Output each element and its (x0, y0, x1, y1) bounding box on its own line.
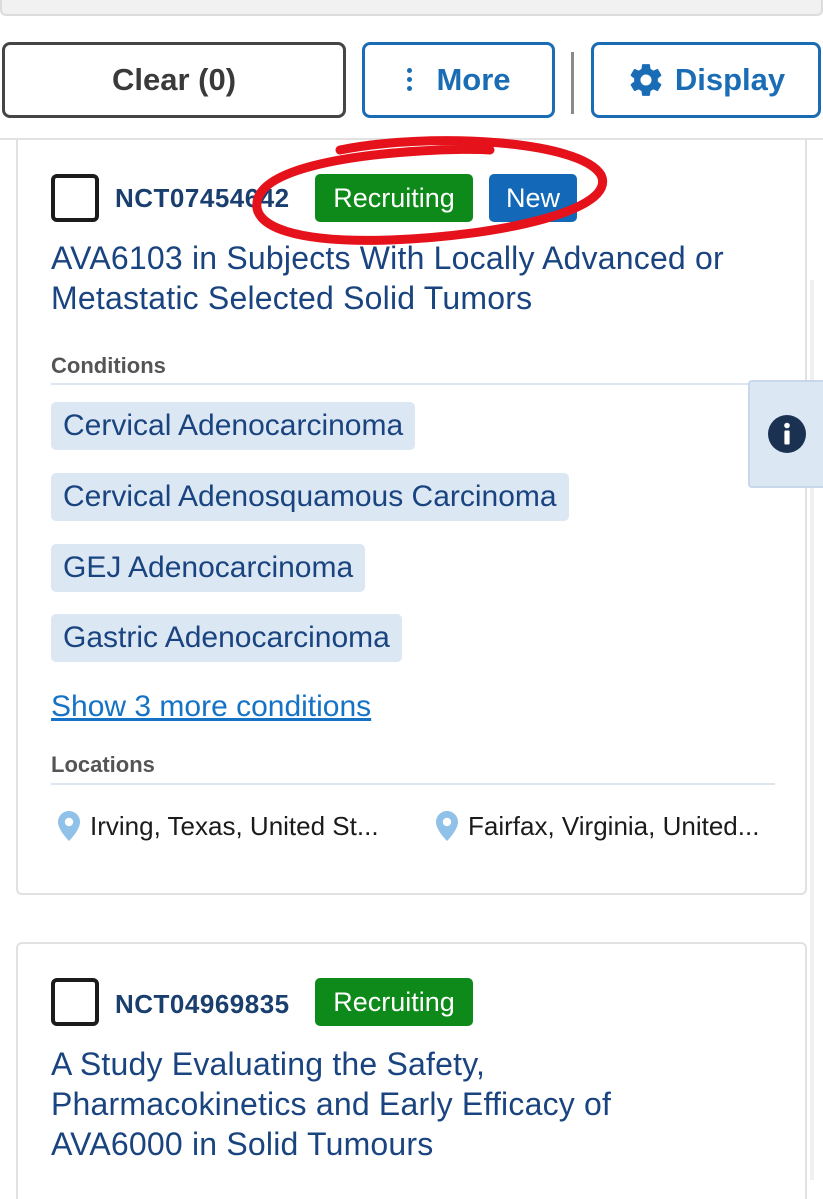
more-button-label: More (436, 62, 511, 97)
location-item[interactable]: Irving, Texas, United St... (58, 806, 379, 846)
select-trial-checkbox[interactable] (51, 978, 99, 1026)
info-tab[interactable] (748, 380, 823, 488)
select-trial-checkbox[interactable] (51, 174, 99, 222)
location-text: Fairfax, Virginia, United... (468, 810, 760, 841)
condition-chip[interactable]: Cervical Adenosquamous Carcinoma (51, 473, 569, 521)
trial-nct-id[interactable]: NCT04969835 (115, 989, 290, 1020)
location-item[interactable]: Fairfax, Virginia, United... (436, 806, 759, 846)
more-button[interactable]: More (362, 42, 555, 118)
kebab-icon (406, 68, 413, 92)
trial-card: NCT07454642 Recruiting New AVA6103 in Su… (16, 140, 807, 895)
clear-button[interactable]: Clear (0) (2, 42, 346, 118)
results-toolbar: Clear (0) More Display (0, 42, 823, 120)
clear-button-label: Clear (0) (111, 62, 237, 97)
locations-divider (51, 783, 775, 785)
trial-title[interactable]: AVA6103 in Subjects With Locally Advance… (51, 238, 724, 318)
conditions-label: Conditions (51, 353, 166, 378)
gear-icon (630, 64, 662, 96)
trial-title-line: Pharmacokinetics and Early Efficacy of (51, 1086, 612, 1122)
info-icon (767, 415, 806, 453)
trial-search-results-page: Clear (0) More Display NCT07454642 Recru… (0, 0, 823, 1199)
condition-chip[interactable]: Cervical Adenocarcinoma (51, 402, 416, 450)
locations-label: Locations (51, 752, 155, 777)
status-badge-recruiting: Recruiting (315, 174, 473, 222)
conditions-divider (51, 383, 775, 385)
condition-chip[interactable]: GEJ Adenocarcinoma (51, 544, 366, 592)
search-bar-edge (0, 0, 823, 16)
trial-nct-id[interactable]: NCT07454642 (115, 183, 290, 214)
trial-title-line: Metastatic Selected Solid Tumors (51, 280, 533, 316)
status-badge-recruiting: Recruiting (315, 978, 473, 1026)
map-pin-icon (58, 811, 80, 841)
toolbar-divider (571, 52, 574, 114)
location-text: Irving, Texas, United St... (90, 810, 379, 841)
trial-title-line: AVA6103 in Subjects With Locally Advance… (51, 240, 724, 276)
map-pin-icon (436, 811, 458, 841)
show-more-conditions-link[interactable]: Show 3 more conditions (51, 690, 371, 724)
display-button-label: Display (674, 62, 786, 97)
trial-title-line: AVA6000 in Solid Tumours (51, 1126, 434, 1162)
new-badge: New (489, 174, 577, 222)
trial-card: NCT04969835 Recruiting A Study Evaluatin… (16, 942, 807, 1199)
display-button[interactable]: Display (591, 42, 821, 118)
trial-title-line: A Study Evaluating the Safety, (51, 1046, 486, 1082)
condition-chip[interactable]: Gastric Adenocarcinoma (51, 614, 402, 662)
trial-title[interactable]: A Study Evaluating the Safety, Pharmacok… (51, 1044, 611, 1164)
